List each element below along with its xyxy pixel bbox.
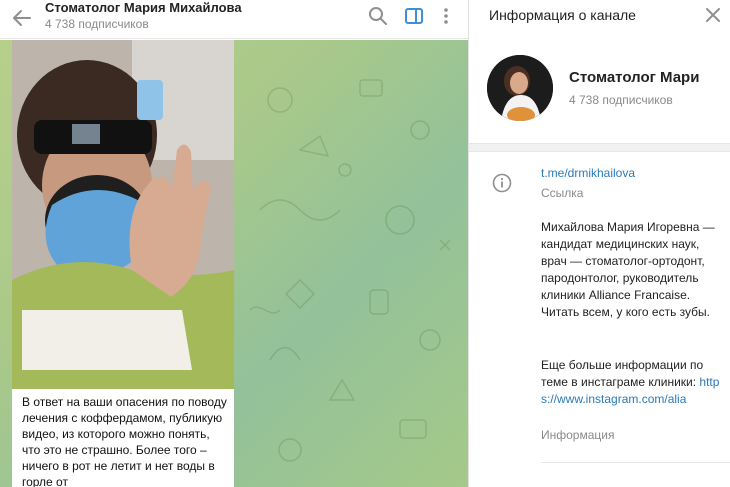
arrow-left-icon[interactable] bbox=[10, 6, 34, 30]
channel-description: Михайлова Мария Игоревна — кандидат меди… bbox=[541, 220, 715, 319]
channel-name: Стоматолог Мари bbox=[569, 69, 700, 86]
post-text: В ответ на ваши опасения по поводу лечен… bbox=[22, 395, 227, 487]
channel-description-more: Еще больше информации по теме в инстагра… bbox=[541, 357, 721, 408]
link-caption: Ссылка bbox=[541, 186, 584, 200]
chat-subscribers: 4 738 подписчиков bbox=[45, 17, 149, 31]
channel-avatar[interactable] bbox=[487, 55, 553, 121]
chat-title[interactable]: Стоматолог Мария Михайлова bbox=[45, 0, 242, 15]
chat-header: Стоматолог Мария Михайлова 4 738 подписч… bbox=[0, 0, 468, 39]
divider bbox=[541, 462, 730, 463]
description-caption: Информация bbox=[541, 428, 615, 442]
side-panel-icon[interactable] bbox=[403, 5, 425, 27]
panel-title: Информация о канале bbox=[489, 7, 636, 23]
channel-subscribers: 4 738 подписчиков bbox=[569, 93, 673, 107]
info-icon bbox=[492, 173, 512, 193]
channel-info-panel: Информация о канале Стоматолог Мари 4 73… bbox=[468, 0, 730, 487]
search-icon[interactable] bbox=[367, 5, 389, 27]
section-divider bbox=[469, 143, 730, 152]
chat-pane: Стоматолог Мария Михайлова 4 738 подписч… bbox=[0, 0, 468, 487]
video-thumbnail[interactable] bbox=[12, 40, 234, 389]
avatar-illustration bbox=[487, 55, 553, 121]
channel-post[interactable]: В ответ на ваши опасения по поводу лечен… bbox=[12, 40, 234, 487]
channel-link[interactable]: t.me/drmikhailova bbox=[541, 166, 635, 180]
video-frame-illustration bbox=[12, 40, 234, 389]
close-icon[interactable] bbox=[703, 5, 723, 25]
description-more-text: Еще больше информации по теме в инстагра… bbox=[541, 358, 704, 389]
more-vertical-icon[interactable] bbox=[437, 5, 455, 27]
